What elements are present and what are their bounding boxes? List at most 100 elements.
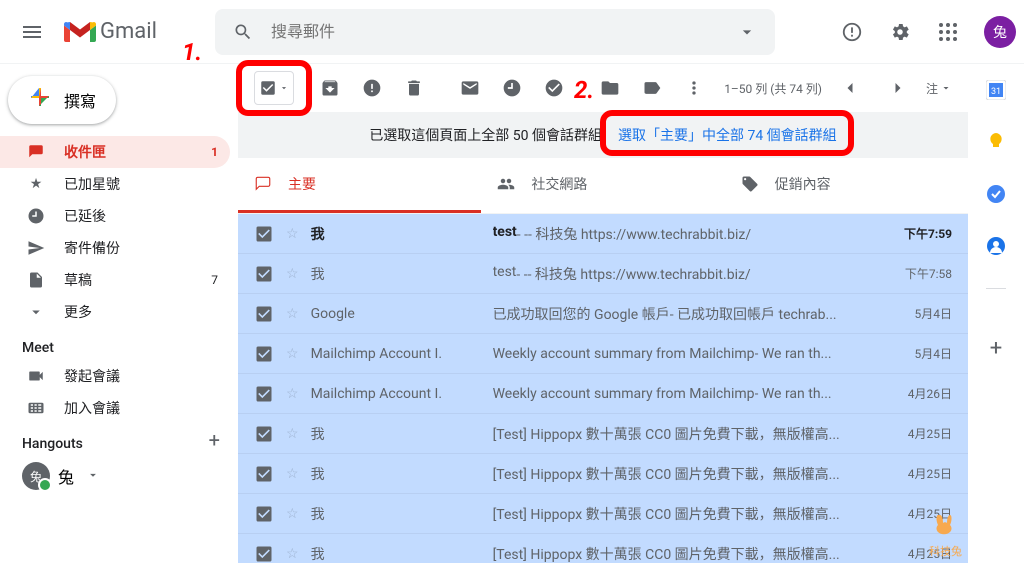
- email-sender: 我: [311, 264, 481, 284]
- email-subject: [Test] Hippopx 數十萬張 CC0 圖片免費下載，無版權高...: [493, 424, 840, 444]
- row-checkbox[interactable]: [254, 544, 274, 563]
- email-date: 4月25日: [892, 425, 952, 442]
- search-bar[interactable]: [215, 9, 775, 55]
- row-checkbox[interactable]: [254, 224, 274, 244]
- nav-inbox[interactable]: 收件匣 1: [0, 136, 230, 168]
- next-page-button[interactable]: [878, 68, 918, 108]
- email-sender: 我: [311, 544, 481, 563]
- row-checkbox[interactable]: [254, 424, 274, 444]
- delete-button[interactable]: [394, 68, 434, 108]
- gmail-logo[interactable]: Gmail: [64, 19, 157, 44]
- tab-primary[interactable]: 主要: [238, 158, 481, 213]
- row-checkbox[interactable]: [254, 384, 274, 404]
- hangouts-add-icon[interactable]: +: [209, 428, 220, 452]
- search-input[interactable]: [263, 22, 727, 41]
- search-dropdown-icon[interactable]: [727, 12, 767, 52]
- settings-icon[interactable]: [880, 12, 920, 52]
- email-row[interactable]: ☆ Mailchimp Account I. Weekly account su…: [238, 374, 968, 414]
- label-button[interactable]: [632, 68, 672, 108]
- add-addon-button[interactable]: +: [990, 336, 1002, 361]
- email-sender: Mailchimp Account I.: [311, 346, 481, 362]
- mark-read-button[interactable]: [450, 68, 490, 108]
- row-checkbox[interactable]: [254, 464, 274, 484]
- keep-addon[interactable]: [986, 132, 1006, 156]
- draft-icon: [26, 271, 46, 289]
- email-sender: 我: [311, 224, 481, 244]
- input-method[interactable]: 注: [926, 80, 952, 97]
- spam-button[interactable]: [352, 68, 392, 108]
- tab-promotions[interactable]: 促銷內容: [725, 158, 968, 213]
- email-snippet: - -- 科技兔 https://www.techrabbit.biz/: [517, 224, 751, 244]
- email-row[interactable]: ☆ 我 test - -- 科技兔 https://www.techrabbit…: [238, 214, 968, 254]
- star-icon[interactable]: ☆: [286, 226, 299, 242]
- star-icon: ★: [26, 176, 46, 192]
- email-subject: [Test] Hippopx 數十萬張 CC0 圖片免費下載，無版權高...: [493, 504, 840, 524]
- meet-join[interactable]: 加入會議: [0, 392, 230, 424]
- annotation-label-1: 1.: [182, 38, 202, 66]
- star-icon[interactable]: ☆: [286, 306, 299, 322]
- video-icon: [26, 367, 46, 385]
- email-row[interactable]: ☆ 我 [Test] Hippopx 數十萬張 CC0 圖片免費下載，無版權高.…: [238, 414, 968, 454]
- email-row[interactable]: ☆ 我 [Test] Hippopx 數十萬張 CC0 圖片免費下載，無版權高.…: [238, 454, 968, 494]
- snooze-button[interactable]: [492, 68, 532, 108]
- add-task-button[interactable]: [534, 68, 574, 108]
- star-icon[interactable]: ☆: [286, 466, 299, 482]
- row-checkbox[interactable]: [254, 264, 274, 284]
- star-icon[interactable]: ☆: [286, 266, 299, 282]
- plus-icon: [28, 85, 52, 115]
- select-all-link[interactable]: 選取「主要」中全部 74 個會話群組: [618, 125, 837, 145]
- keyboard-icon: [26, 399, 46, 417]
- meet-start[interactable]: 發起會議: [0, 360, 230, 392]
- gmail-logo-text: Gmail: [100, 19, 157, 44]
- email-subject: 已成功取回您的 Google 帳戶: [493, 304, 670, 324]
- inbox-badge: 1: [211, 145, 218, 159]
- email-row[interactable]: ☆ Google 已成功取回您的 Google 帳戶 - 已成功取回帳戶 tec…: [238, 294, 968, 334]
- chevron-down-icon[interactable]: [86, 467, 100, 486]
- email-date: 下午7:59: [892, 225, 952, 242]
- email-sender: 我: [311, 504, 481, 524]
- nav-snoozed[interactable]: 已延後: [0, 200, 230, 232]
- help-icon[interactable]: [832, 12, 872, 52]
- email-subject: Weekly account summary from Mailchimp: [493, 386, 755, 402]
- nav-more[interactable]: 更多: [0, 296, 230, 328]
- nav-starred[interactable]: ★ 已加星號: [0, 168, 230, 200]
- compose-button[interactable]: 撰寫: [8, 76, 116, 124]
- email-sender: 我: [311, 464, 481, 484]
- watermark: 科技兔: [929, 513, 962, 559]
- row-checkbox[interactable]: [254, 304, 274, 324]
- archive-button[interactable]: [310, 68, 350, 108]
- move-button[interactable]: [590, 68, 630, 108]
- email-row[interactable]: ☆ Mailchimp Account I. Weekly account su…: [238, 334, 968, 374]
- star-icon[interactable]: ☆: [286, 426, 299, 442]
- tasks-addon[interactable]: [986, 184, 1006, 208]
- drafts-badge: 7: [211, 273, 218, 287]
- more-button[interactable]: [674, 68, 714, 108]
- select-all-checkbox[interactable]: [254, 71, 294, 105]
- profile-avatar[interactable]: 兔: [984, 16, 1016, 48]
- email-row[interactable]: ☆ 我 [Test] Hippopx 數十萬張 CC0 圖片免費下載，無版權高.…: [238, 534, 968, 563]
- contacts-addon[interactable]: [986, 236, 1006, 260]
- prev-page-button[interactable]: [830, 68, 870, 108]
- tab-social[interactable]: 社交網路: [481, 158, 724, 213]
- row-checkbox[interactable]: [254, 504, 274, 524]
- star-icon[interactable]: ☆: [286, 346, 299, 362]
- email-date: 5月4日: [892, 345, 952, 362]
- star-icon[interactable]: ☆: [286, 386, 299, 402]
- search-icon[interactable]: [223, 12, 263, 52]
- hamburger-menu[interactable]: [8, 8, 56, 56]
- calendar-addon[interactable]: 31: [986, 80, 1006, 104]
- email-row[interactable]: ☆ 我 test - -- 科技兔 https://www.techrabbit…: [238, 254, 968, 294]
- email-subject: test: [493, 224, 517, 244]
- email-snippet: - We ran th...: [755, 346, 832, 362]
- email-row[interactable]: ☆ 我 [Test] Hippopx 數十萬張 CC0 圖片免費下載，無版權高.…: [238, 494, 968, 534]
- email-sender: 我: [311, 424, 481, 444]
- row-checkbox[interactable]: [254, 344, 274, 364]
- nav-sent[interactable]: 寄件備份: [0, 232, 230, 264]
- nav-drafts[interactable]: 草稿 7: [0, 264, 230, 296]
- compose-label: 撰寫: [64, 88, 96, 112]
- hangouts-user[interactable]: 兔 兔: [0, 456, 238, 496]
- apps-icon[interactable]: [928, 12, 968, 52]
- annotation-label-2: 2.: [574, 76, 594, 104]
- star-icon[interactable]: ☆: [286, 546, 299, 562]
- star-icon[interactable]: ☆: [286, 506, 299, 522]
